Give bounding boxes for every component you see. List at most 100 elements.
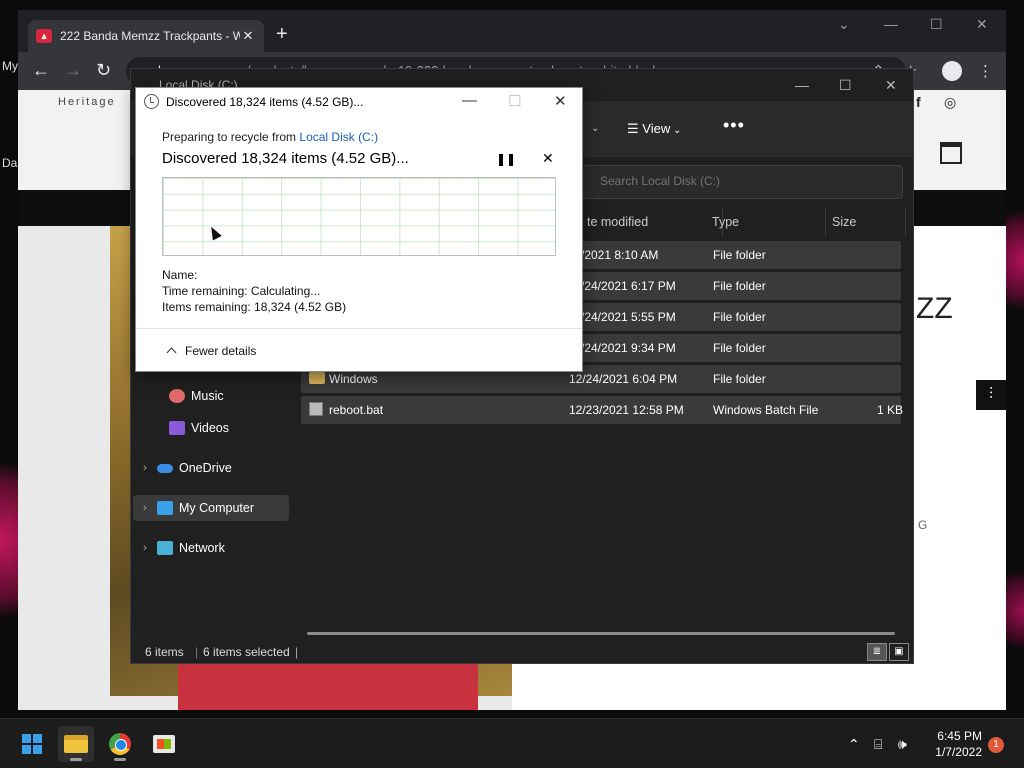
column-header-date[interactable]: te modified [581, 207, 723, 237]
file-type: File folder [713, 341, 766, 355]
file-date: 12/24/2021 6:04 PM [569, 372, 678, 386]
forward-icon[interactable]: → [64, 61, 82, 79]
clock-date: 1/7/2022 [935, 745, 982, 759]
facebook-icon[interactable]: f [916, 94, 921, 110]
back-icon[interactable]: ← [32, 61, 50, 79]
items-remaining: Items remaining: 18,324 (4.52 GB) [162, 300, 347, 314]
nav-item-music[interactable]: Music [145, 383, 301, 409]
desktop-icon-label[interactable]: Da [2, 156, 17, 170]
file-size: 1 KB [877, 403, 904, 417]
reload-icon[interactable]: ↻ [96, 61, 111, 79]
dialog-titlebar: Discovered 18,324 items (4.52 GB)... — ☐… [136, 88, 582, 116]
chevron-right-icon[interactable]: › [133, 542, 157, 554]
chevron-up-icon[interactable]: ⌃ [848, 736, 860, 753]
chevron-up-icon [166, 347, 177, 358]
clock-icon [144, 94, 159, 109]
taskbar-store[interactable] [146, 726, 182, 762]
explorer-minimize-button[interactable]: — [795, 77, 809, 93]
taskbar-chrome[interactable] [102, 726, 138, 762]
horizontal-scrollbar[interactable] [307, 632, 895, 635]
tab-strip: ⩓ 222 Banda Memzz Trackpants - W ✕ + ⌄ —… [18, 10, 1006, 52]
nav-item-my-computer[interactable]: › My Computer [133, 495, 289, 521]
chevron-right-icon[interactable]: › [133, 462, 157, 474]
instagram-icon[interactable]: ◎ [944, 94, 956, 111]
divider [136, 328, 582, 329]
more-options-button[interactable]: ••• [723, 115, 745, 136]
progress-graph [162, 177, 556, 256]
taskbar: ⌃ ⌸ 🕪 6:45 PM 1/7/2022 1 [0, 718, 1024, 768]
heritage-link[interactable]: Heritage [58, 96, 116, 108]
maximize-button[interactable]: ☐ [930, 16, 943, 33]
selection-count: 6 items selected [203, 645, 290, 659]
fewer-details-button[interactable]: Fewer details [164, 344, 256, 358]
notification-badge[interactable]: 1 [988, 737, 1004, 753]
explorer-maximize-button[interactable]: ☐ [839, 77, 852, 94]
chevron-right-icon[interactable]: › [133, 502, 157, 514]
chrome-icon [109, 733, 131, 755]
search-box[interactable] [581, 165, 903, 199]
running-indicator [114, 758, 126, 761]
browser-tab[interactable]: ⩓ 222 Banda Memzz Trackpants - W ✕ [28, 20, 264, 52]
preparing-text: Preparing to recycle from Local Disk (C:… [162, 130, 379, 144]
time-remaining: Time remaining: Calculating... [162, 284, 321, 298]
close-button[interactable]: ✕ [976, 16, 988, 33]
view-menu-button[interactable]: ☰ View ⌄ [627, 121, 681, 137]
chrome-menu-icon[interactable]: ⋮ [978, 62, 993, 80]
explorer-close-button[interactable]: ✕ [885, 77, 897, 94]
start-button[interactable] [14, 726, 50, 762]
folder-icon [309, 372, 325, 384]
network-status-icon[interactable]: ⌸ [874, 736, 882, 753]
filter-sliders-icon[interactable]: ⫶ [976, 380, 1006, 410]
windows-logo-icon [22, 734, 42, 754]
nav-item-videos[interactable]: Videos [145, 415, 301, 441]
dialog-close-button[interactable]: ✕ [554, 92, 567, 110]
new-tab-button[interactable]: + [276, 23, 288, 46]
minimize-button[interactable]: — [884, 16, 898, 32]
desktop: My Da ⩓ 222 Banda Memzz Trackpants - W ✕… [0, 0, 1024, 718]
status-divider: | [295, 645, 299, 659]
computer-icon [157, 501, 173, 515]
details-view-icon[interactable]: ≣ [867, 643, 887, 661]
file-date: /24/2021 9:34 PM [581, 341, 676, 355]
column-header-size[interactable]: Size [826, 207, 906, 237]
tiles-view-icon[interactable]: ▣ [889, 643, 909, 661]
taskbar-file-explorer[interactable] [58, 726, 94, 762]
stop-button[interactable]: ✕ [542, 150, 554, 167]
file-date: /24/2021 5:55 PM [581, 310, 676, 324]
cloud-icon [157, 463, 173, 473]
system-clock[interactable]: 6:45 PM 1/7/2022 [926, 728, 982, 760]
file-name: reboot.bat [329, 403, 384, 417]
item-count: 6 items [145, 645, 184, 659]
dialog-title: Discovered 18,324 items (4.52 GB)... [166, 95, 364, 109]
file-type: File folder [713, 372, 766, 386]
nav-item-onedrive[interactable]: › OneDrive [133, 455, 289, 481]
chevron-down-icon[interactable]: ⌄ [591, 123, 599, 134]
nav-item-network[interactable]: › Network [133, 535, 289, 561]
file-type: File folder [713, 279, 766, 293]
shopping-bag-icon[interactable] [940, 142, 962, 164]
file-date: /24/2021 6:17 PM [581, 279, 676, 293]
volume-icon[interactable]: 🕪 [898, 736, 907, 753]
profile-avatar[interactable] [942, 61, 962, 81]
tab-search-icon[interactable]: ⌄ [838, 16, 850, 33]
file-type: File folder [713, 310, 766, 324]
dialog-minimize-button[interactable]: — [462, 92, 477, 109]
tab-close-icon[interactable]: ✕ [240, 28, 256, 44]
search-input[interactable] [600, 174, 880, 188]
column-header-type[interactable]: Type [706, 207, 826, 237]
recycle-progress-dialog: Discovered 18,324 items (4.52 GB)... — ☐… [135, 87, 583, 372]
file-date: 12/23/2021 12:58 PM [569, 403, 684, 417]
file-row[interactable]: reboot.bat 12/23/2021 12:58 PM Windows B… [301, 396, 904, 424]
desktop-icon-label[interactable]: My [2, 59, 18, 73]
tab-title: 222 Banda Memzz Trackpants - W [60, 29, 240, 43]
file-type: Windows Batch File [713, 403, 819, 417]
source-link[interactable]: Local Disk (C:) [299, 130, 378, 144]
file-name: Windows [329, 372, 378, 386]
progress-headline: Discovered 18,324 items (4.52 GB)... [162, 150, 409, 167]
kappa-favicon-icon: ⩓ [36, 29, 52, 43]
running-indicator [70, 758, 82, 761]
pause-button[interactable]: ❚❚ [496, 152, 516, 166]
batch-file-icon [309, 402, 323, 416]
status-divider: | [195, 645, 199, 659]
store-icon [153, 735, 175, 753]
